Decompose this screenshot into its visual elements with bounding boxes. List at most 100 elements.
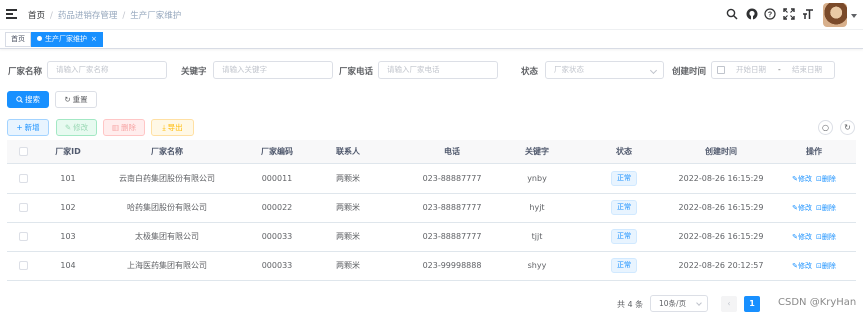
cell-keyword: ynby <box>527 174 547 183</box>
cell-id: 103 <box>60 232 76 241</box>
delete-button[interactable]: ▥ 删除 <box>103 119 145 136</box>
table-row: 102 哈药集团股份有限公司 000022 两颗米 023-88887777 hyjt 正常… <box>7 194 856 223</box>
name-label: 厂家名称 <box>8 67 43 77</box>
row-edit-link[interactable]: ✎修改 <box>792 175 812 183</box>
table-row: 101 云南白药集团股份有限公司 000011 两颗米 023-88887777 ynby… <box>7 165 856 194</box>
cell-created: 2022-08-26 16:15:29 <box>678 232 764 241</box>
breadcrumb-home[interactable]: 首页 <box>28 11 45 21</box>
col-status: 状态 <box>616 147 632 156</box>
row-select-cell <box>7 194 39 222</box>
calendar-icon <box>717 66 725 74</box>
table-row: 104 上海医药集团有限公司 000033 两颗米 023-99998888 shyy 正常… <box>7 252 856 281</box>
cell-contact: 两颗米 <box>336 232 360 241</box>
cell-contact: 两颗米 <box>336 174 360 183</box>
col-id: 厂家ID <box>55 147 81 156</box>
cell-name: 哈药集团股份有限公司 <box>127 203 207 212</box>
add-button[interactable]: + 新增 <box>7 119 49 136</box>
breadcrumb: 首页 / 药品进销存管理 / 生产厂家维护 <box>28 11 182 21</box>
col-code: 厂家编码 <box>261 147 293 156</box>
watermark: CSDN @KryHan <box>778 297 857 308</box>
actions-cell: ✎修改 ⊡删除 <box>777 252 851 280</box>
status-label: 状态 <box>521 67 539 77</box>
select-all-checkbox[interactable] <box>7 140 39 163</box>
avatar[interactable] <box>823 3 847 27</box>
cell-code: 000022 <box>261 203 293 212</box>
cell-created: 2022-08-26 16:15:29 <box>678 203 764 212</box>
row-delete-label: 删除 <box>821 175 836 183</box>
name-input[interactable]: 请输入厂家名称 <box>47 61 167 79</box>
col-created: 创建时间 <box>705 147 737 156</box>
top-navbar: 首页 / 药品进销存管理 / 生产厂家维护 ? <box>0 0 863 30</box>
close-icon[interactable]: × <box>91 35 97 43</box>
phone-label: 厂家电话 <box>339 67 374 77</box>
cell-id: 101 <box>60 174 76 183</box>
font-size-icon[interactable] <box>802 8 814 20</box>
search-icon[interactable] <box>726 8 738 20</box>
checkbox[interactable] <box>18 147 28 156</box>
search-button[interactable]: 搜索 <box>7 91 49 108</box>
refresh-icon: ↻ <box>844 123 851 132</box>
status-select[interactable]: 厂家状态 <box>545 61 664 79</box>
tag-home[interactable]: 首页 <box>5 32 31 47</box>
actions-cell: ✎修改 ⊡删除 <box>777 223 851 251</box>
pagination-total: 共 4 条 <box>617 300 644 309</box>
col-contact: 联系人 <box>336 147 360 156</box>
breadcrumb-module: 药品进销存管理 <box>57 11 118 21</box>
actions-cell: ✎修改 ⊡删除 <box>777 194 851 222</box>
cell-name: 云南白药集团股份有限公司 <box>119 174 215 183</box>
fullscreen-icon[interactable] <box>783 8 795 20</box>
status-badge: 正常 <box>611 229 637 244</box>
tags-view: 首页 生产厂家维护 × <box>0 30 863 49</box>
row-delete-label: 删除 <box>821 233 836 241</box>
row-edit-link[interactable]: ✎修改 <box>792 233 812 241</box>
keyword-input[interactable]: 请输入关键字 <box>213 61 333 79</box>
row-select-cell <box>7 252 39 280</box>
edit-button-label: 修改 <box>73 123 89 132</box>
status-cell: 正常 <box>597 223 651 251</box>
page-size-value: 10条/页 <box>659 299 687 308</box>
add-button-label: 新增 <box>24 123 40 132</box>
tag-active[interactable]: 生产厂家维护 × <box>31 32 103 47</box>
row-edit-link[interactable]: ✎修改 <box>792 262 812 270</box>
export-button[interactable]: ⤓ 导出 <box>151 119 194 136</box>
row-checkbox[interactable] <box>18 261 28 270</box>
end-date-input[interactable]: 结束日期 <box>792 62 822 78</box>
row-checkbox[interactable] <box>18 174 28 183</box>
cell-contact: 两颗米 <box>336 203 360 212</box>
table-row: 103 太极集团有限公司 000033 两颗米 023-88887777 tjjt 正常 20… <box>7 223 856 252</box>
row-delete-link[interactable]: ⊡删除 <box>816 233 836 241</box>
date-range-picker[interactable]: 开始日期 - 结束日期 <box>711 61 835 79</box>
table-header: 厂家ID 厂家名称 厂家编码 联系人 电话 关键字 状态 创建时间 操作 <box>7 140 856 164</box>
row-select-cell <box>7 165 39 193</box>
toggle-search-button[interactable]: ○ <box>818 120 833 135</box>
caret-down-icon[interactable] <box>851 14 857 18</box>
row-delete-link[interactable]: ⊡删除 <box>816 175 836 183</box>
page-size-select[interactable]: 10条/页 <box>650 295 708 312</box>
status-cell: 正常 <box>597 252 651 280</box>
phone-input[interactable]: 请输入厂家电话 <box>378 61 498 79</box>
reset-button[interactable]: ↻ 重置 <box>55 91 97 108</box>
row-checkbox[interactable] <box>18 203 28 212</box>
github-icon[interactable] <box>746 8 758 20</box>
row-delete-link[interactable]: ⊡删除 <box>816 262 836 270</box>
status-badge: 正常 <box>611 200 637 215</box>
page-number[interactable]: 1 <box>744 296 760 312</box>
range-separator: - <box>778 65 781 74</box>
refresh-button[interactable]: ↻ <box>840 120 855 135</box>
hamburger-icon[interactable] <box>6 8 18 20</box>
row-edit-link[interactable]: ✎修改 <box>792 204 812 212</box>
svg-text:?: ? <box>768 12 772 19</box>
edit-icon: ✎ <box>64 123 72 132</box>
created-label: 创建时间 <box>672 67 707 77</box>
prev-page-button[interactable]: ‹ <box>721 296 737 312</box>
row-checkbox[interactable] <box>18 232 28 241</box>
download-icon: ⤓ <box>162 123 166 132</box>
chevron-left-icon: ‹ <box>727 299 731 308</box>
row-delete-link[interactable]: ⊡删除 <box>816 204 836 212</box>
edit-button[interactable]: ✎ 修改 <box>56 119 97 136</box>
status-badge: 正常 <box>611 258 637 273</box>
start-date-input[interactable]: 开始日期 <box>736 62 766 78</box>
help-icon[interactable]: ? <box>764 8 776 20</box>
search-button-label: 搜索 <box>25 95 40 104</box>
export-button-label: 导出 <box>167 123 183 132</box>
